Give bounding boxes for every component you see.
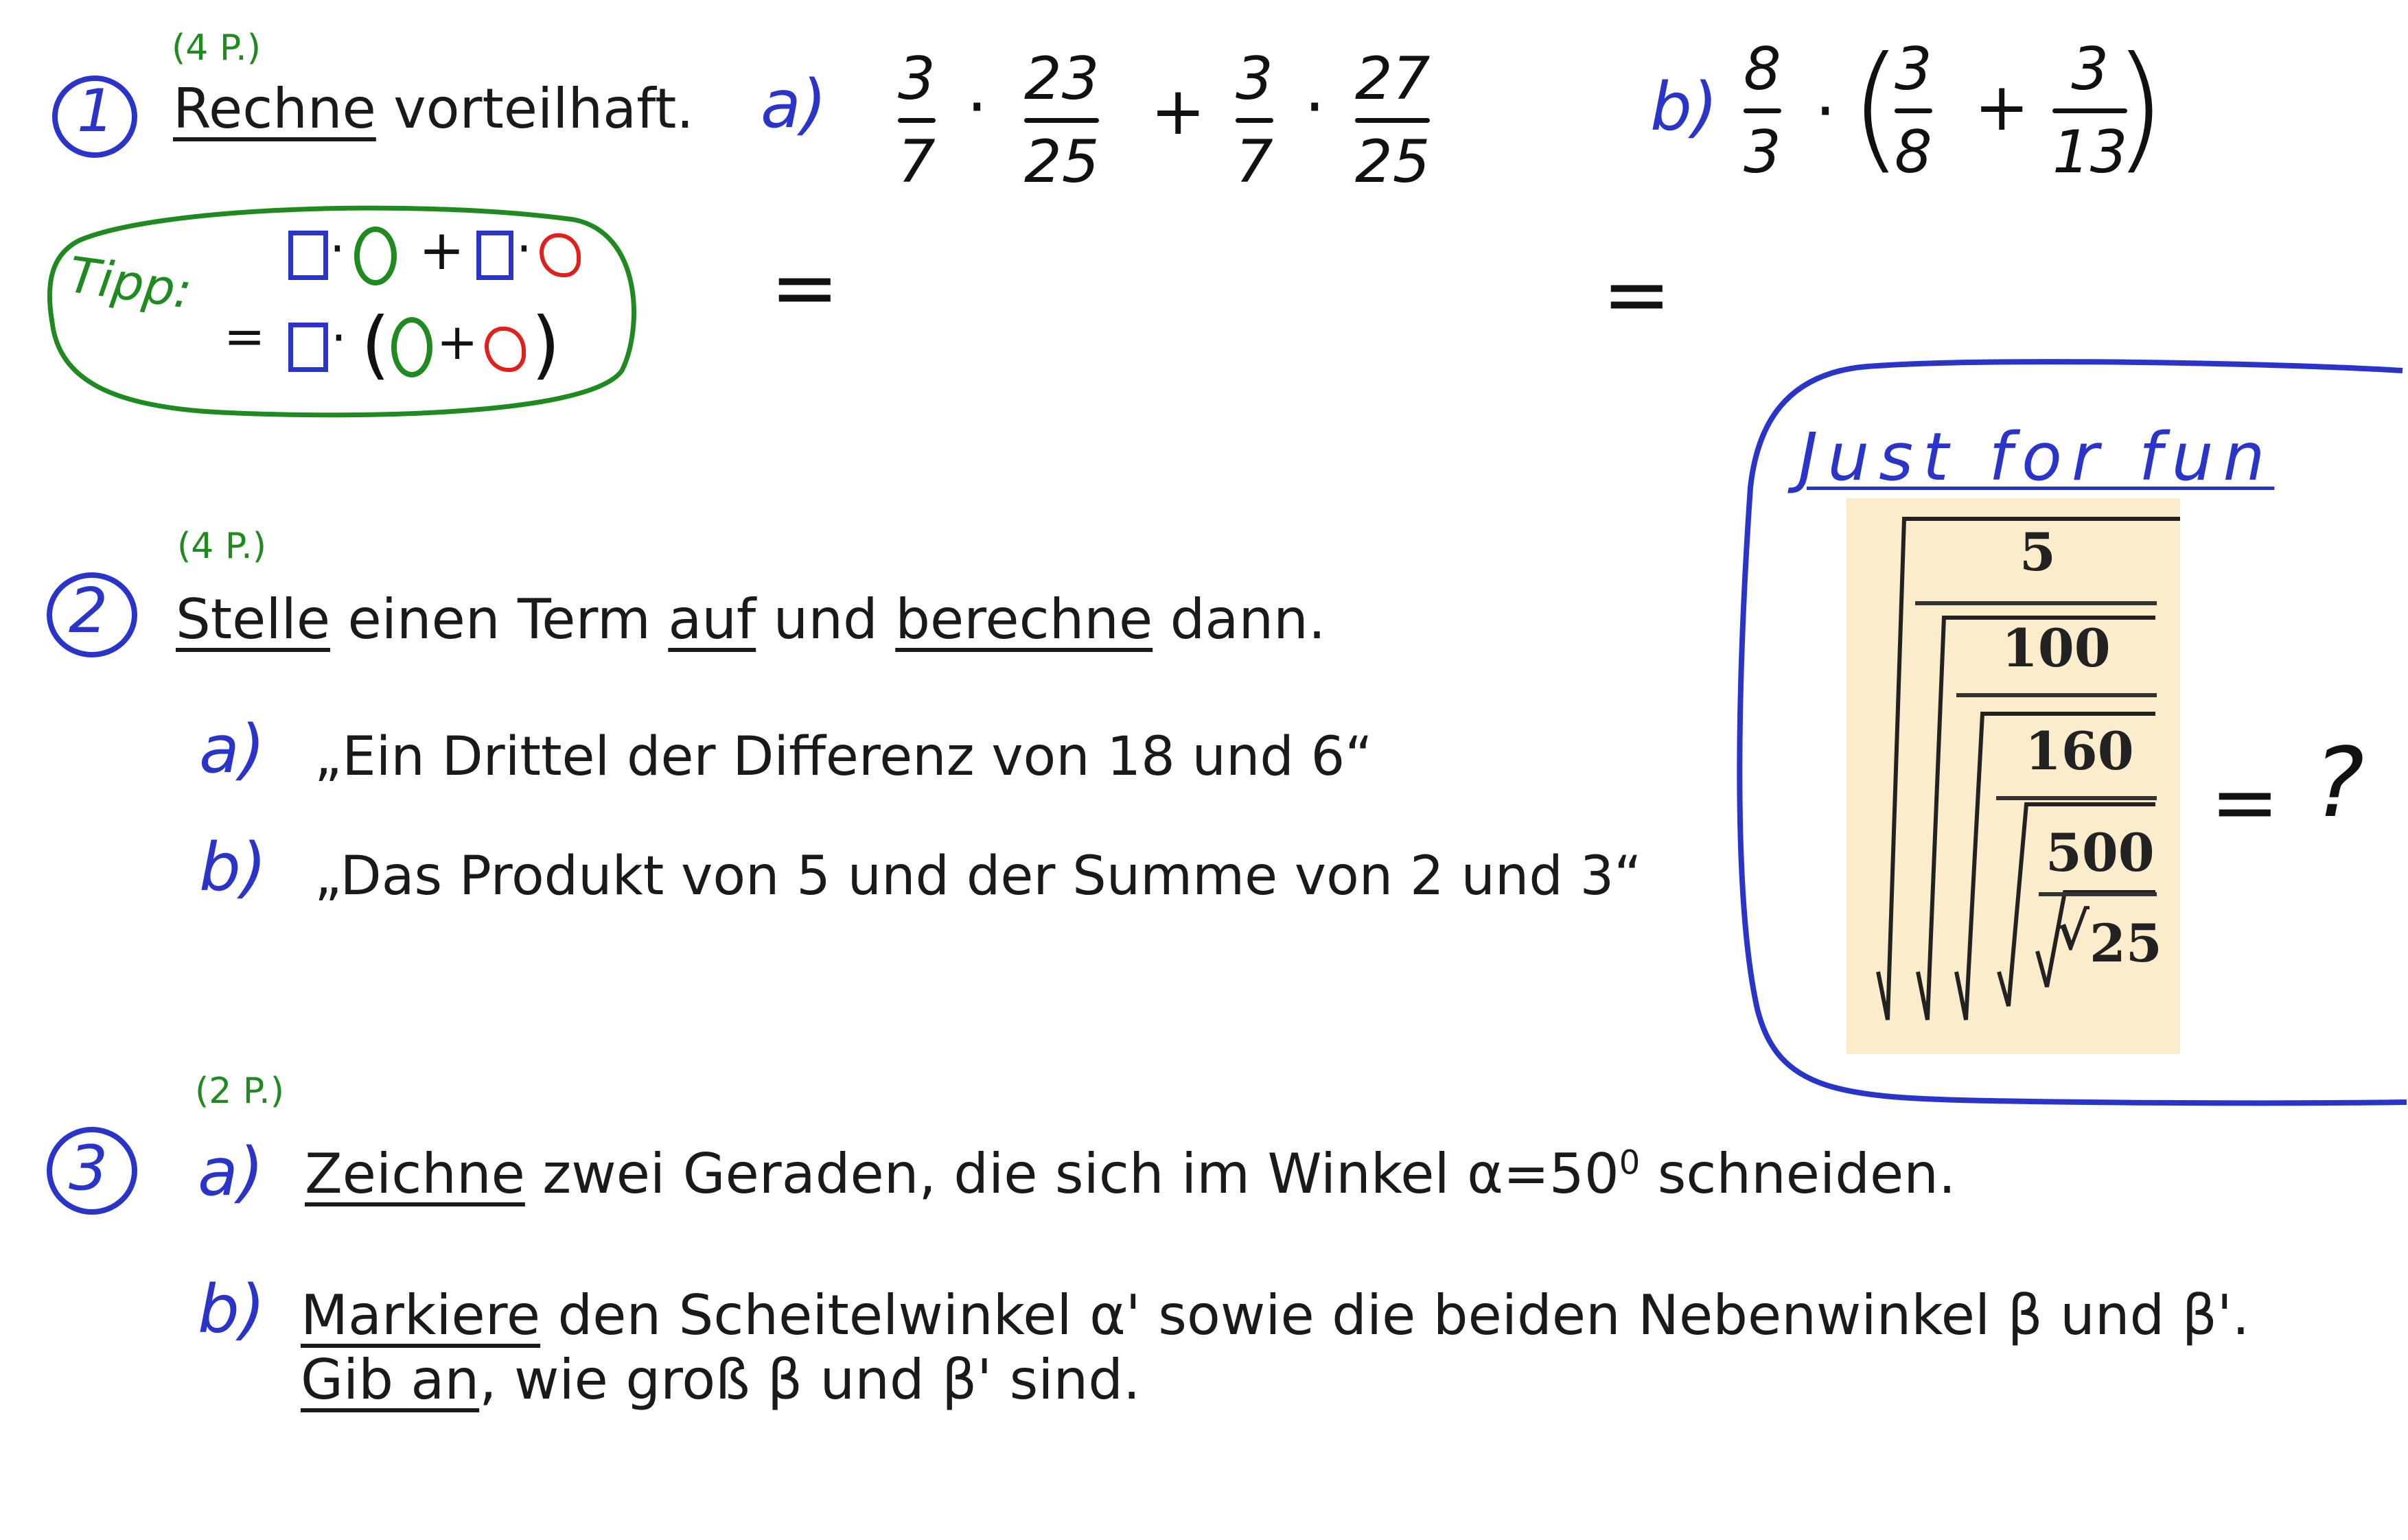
task2-number: 2 xyxy=(69,575,108,647)
task3-a-degree: 0 xyxy=(1619,1143,1641,1182)
task1-b-fraction-2: 38 xyxy=(1895,40,1932,182)
task2-text: dann. xyxy=(1153,587,1326,651)
task2-instruction: Stelle einen Term auf und berechne dann. xyxy=(176,587,1325,651)
puzzle-value-1: 5 xyxy=(2019,522,2056,583)
task3-b2-rest: , wie groß β und β' sind. xyxy=(479,1348,1141,1412)
task1-a-fraction-1: 37 xyxy=(898,49,936,191)
task3-a-rest: zwei Geraden, die sich im Winkel α=50 xyxy=(524,1142,1619,1206)
task2-verb-berechne: berechne xyxy=(895,587,1153,651)
task2-a-label: a) xyxy=(199,711,266,788)
denominator: 7 xyxy=(1236,128,1273,196)
task1-b-fraction-1: 83 xyxy=(1744,40,1781,182)
tip-circle-icon xyxy=(391,317,432,377)
task2-verb-stelle: Stelle xyxy=(176,587,331,651)
task2-a-text: „Ein Drittel der Differenz von 18 und 6“ xyxy=(314,726,1373,788)
tip-dot-1: · xyxy=(329,220,345,277)
denominator: 8 xyxy=(1895,118,1932,187)
puzzle-value-3: 160 xyxy=(2025,721,2134,782)
task3-a-verb: Zeichne xyxy=(305,1142,525,1206)
puzzle-fraction-bar-3 xyxy=(1996,796,2157,800)
task1-a-fraction-3: 37 xyxy=(1236,49,1273,191)
task1-a-fraction-4: 27 25 xyxy=(1355,45,1431,196)
denominator: 7 xyxy=(898,128,936,196)
task3-b-verb: Markiere xyxy=(301,1283,541,1347)
task3-b-label: b) xyxy=(198,1271,266,1348)
tip-circle-icon xyxy=(354,226,397,285)
task3-b-text: Markiere den Scheitelwinkel α' sowie die… xyxy=(301,1283,2249,1347)
task2-verb-auf: auf xyxy=(668,587,756,651)
numerator: 3 xyxy=(1895,35,1932,104)
task2-text: und xyxy=(756,587,896,651)
task1-points: (4 P.) xyxy=(172,27,261,69)
puzzle-value-5: 25 xyxy=(2089,913,2162,974)
puzzle-fraction-bar-4 xyxy=(2039,892,2157,896)
fun-box-equals: = xyxy=(2210,755,2280,850)
numerator: 3 xyxy=(2071,35,2109,104)
tip-dot-2: · xyxy=(516,220,532,277)
tip-plus-1: + xyxy=(419,218,465,282)
tip-square-icon xyxy=(288,323,328,372)
denominator: 25 xyxy=(1355,128,1431,196)
puzzle-radical: √ xyxy=(2055,900,2089,961)
denominator: 3 xyxy=(1744,118,1781,187)
task3-b-rest: den Scheitelwinkel α' sowie die beiden N… xyxy=(540,1283,2250,1347)
task1-instruction: Rechne vorteilhaft. xyxy=(173,77,694,141)
task1-b-equals: = xyxy=(1602,247,1671,342)
task1-b-dot: · xyxy=(1815,73,1836,150)
task1-a-dot-1: · xyxy=(966,69,988,145)
task3-a-end: schneiden. xyxy=(1640,1142,1956,1206)
puzzle-fraction-bar-2 xyxy=(1956,693,2157,697)
fun-box-question: ? xyxy=(2313,727,2365,839)
numerator: 3 xyxy=(1236,45,1273,113)
task1-part-b-label: b) xyxy=(1650,69,1718,145)
task2-text: einen Term xyxy=(330,587,669,651)
fun-box-title: Just for fun xyxy=(1798,419,2275,495)
task3-b2-verb: Gib an xyxy=(301,1348,480,1412)
task1-instruction-rest: vorteilhaft. xyxy=(375,77,694,141)
tip-equals: = xyxy=(224,307,266,365)
task3-b2-text: Gib an, wie groß β und β' sind. xyxy=(301,1348,1140,1412)
task1-b-plus: + xyxy=(1974,69,2030,145)
task1-b-close-paren: ) xyxy=(2113,27,2167,187)
task3-number: 3 xyxy=(69,1132,108,1204)
task3-a-label: a) xyxy=(198,1134,264,1211)
numerator: 3 xyxy=(898,45,936,113)
task1-a-fraction-2: 23 25 xyxy=(1024,45,1100,196)
tip-square-icon xyxy=(476,231,513,280)
tip-dot-3: · xyxy=(331,309,347,366)
numerator: 27 xyxy=(1355,45,1431,113)
puzzle-fraction-bar-1 xyxy=(1915,601,2157,605)
task1-a-dot-2: · xyxy=(1304,69,1325,145)
puzzle-value-4: 500 xyxy=(2046,822,2155,883)
task1-a-plus: + xyxy=(1150,73,1206,150)
numerator: 23 xyxy=(1024,45,1100,113)
task3-points: (2 P.) xyxy=(195,1071,284,1112)
task2-b-label: b) xyxy=(199,829,267,906)
task1-part-a-label: a) xyxy=(761,66,827,143)
puzzle-value-2: 100 xyxy=(2002,618,2111,679)
tip-close-paren: ) xyxy=(531,302,561,388)
tip-plus-2: + xyxy=(437,313,478,371)
task2-points: (4 P.) xyxy=(177,526,266,567)
task2-b-text: „Das Produkt von 5 und der Summe von 2 u… xyxy=(314,845,1642,907)
denominator: 25 xyxy=(1024,128,1100,196)
task3-a-text: Zeichne zwei Geraden, die sich im Winkel… xyxy=(305,1142,1956,1206)
tip-square-icon xyxy=(288,231,328,280)
tip-open-paren: ( xyxy=(361,302,391,388)
numerator: 8 xyxy=(1744,35,1781,104)
task1-a-equals: = xyxy=(770,240,840,336)
task1-verb: Rechne xyxy=(173,77,376,141)
task1-number: 1 xyxy=(77,77,115,145)
